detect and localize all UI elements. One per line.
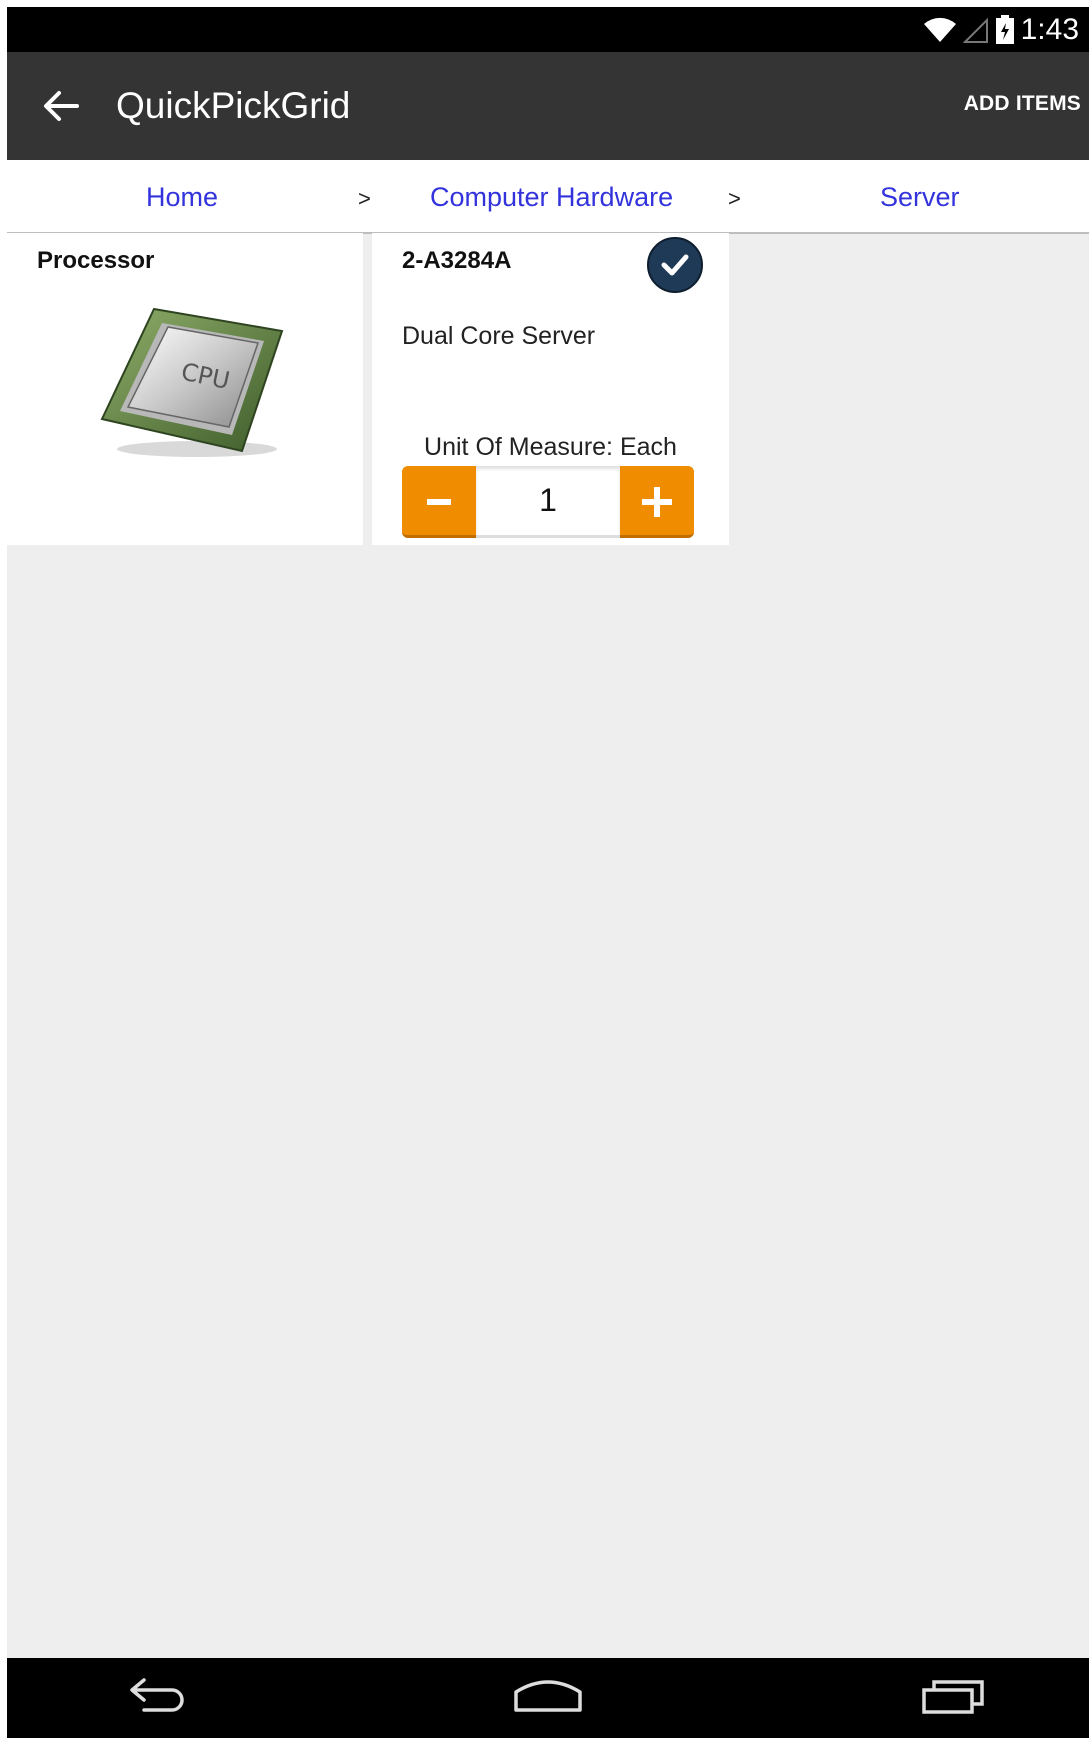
arrow-left-icon — [44, 91, 79, 121]
battery-icon — [995, 15, 1014, 44]
plus-icon — [642, 487, 672, 517]
nav-home-button[interactable] — [508, 1670, 588, 1726]
breadcrumb-computer-hardware[interactable]: Computer Hardware — [430, 182, 673, 213]
status-bar: 1:43 — [7, 7, 1089, 52]
item-sku: 2-A3284A — [402, 247, 512, 274]
navigation-bar — [7, 1658, 1089, 1738]
add-items-button[interactable]: ADD ITEMS — [964, 92, 1081, 116]
item-card[interactable]: 2-A3284A Dual Core Server Unit Of Measur… — [372, 233, 729, 545]
quantity-stepper — [402, 466, 694, 538]
breadcrumb: Home > Computer Hardware > Server — [7, 160, 1089, 234]
back-nav-icon — [130, 1678, 184, 1712]
status-time: 1:43 — [1020, 13, 1079, 46]
breadcrumb-server[interactable]: Server — [880, 182, 960, 213]
back-button[interactable] — [37, 82, 85, 130]
screen: 1:43 QuickPickGrid ADD ITEMS Home > Comp… — [7, 7, 1089, 1738]
selected-check-icon[interactable] — [646, 236, 704, 294]
unit-of-measure: Unit Of Measure: Each — [424, 433, 677, 461]
status-icons: 1:43 — [923, 13, 1079, 47]
wifi-icon — [923, 17, 956, 42]
nav-recents-button[interactable] — [916, 1670, 996, 1726]
quantity-field[interactable] — [476, 466, 620, 538]
breadcrumb-separator: > — [728, 186, 741, 211]
home-nav-icon — [514, 1680, 582, 1712]
decrement-button[interactable] — [402, 466, 476, 538]
cpu-chip-icon: CPU — [100, 307, 284, 457]
category-card-processor[interactable]: Processor CPU — [7, 233, 363, 545]
minus-icon — [427, 499, 451, 505]
category-title: Processor — [37, 247, 155, 274]
item-description: Dual Core Server — [402, 322, 596, 350]
cell-signal-icon — [962, 17, 988, 43]
app-title: QuickPickGrid — [116, 85, 351, 126]
recents-nav-icon — [922, 1680, 984, 1714]
nav-back-button[interactable] — [118, 1670, 198, 1726]
breadcrumb-home[interactable]: Home — [146, 182, 218, 213]
increment-button[interactable] — [620, 466, 694, 538]
breadcrumb-separator: > — [358, 186, 371, 211]
app-bar: QuickPickGrid ADD ITEMS — [7, 52, 1089, 160]
